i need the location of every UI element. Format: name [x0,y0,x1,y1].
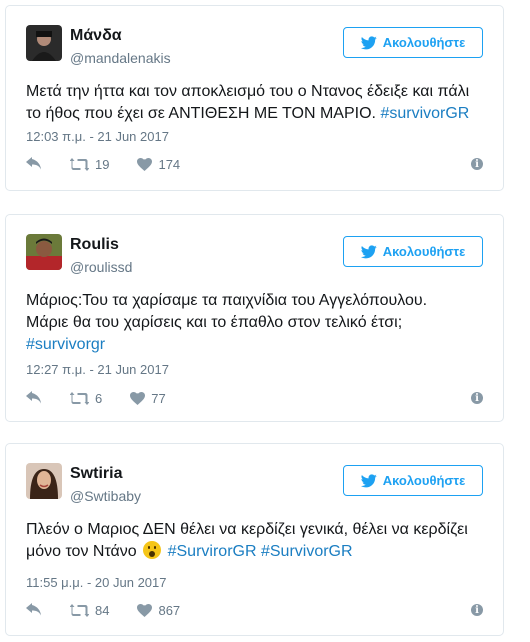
heart-icon [137,157,153,171]
retweet-icon [70,391,89,405]
surprised-emoji-icon [143,541,162,559]
tweet-actions: 84 867 i [26,600,483,620]
reply-button[interactable] [26,391,42,405]
tweet-text: Μετά την ήττα και τον αποκλεισμό του ο Ν… [26,83,470,122]
follow-button[interactable]: Ακολουθήστε [343,465,483,496]
retweet-icon [70,603,89,617]
author-handle[interactable]: @roulissd [70,259,132,275]
reply-button[interactable] [26,157,42,171]
like-count: 77 [151,390,166,406]
retweet-count: 84 [95,602,110,618]
info-icon[interactable]: i [471,158,483,170]
follow-button[interactable]: Ακολουθήστε [343,27,483,58]
author-name[interactable]: Μάνδα [70,27,122,45]
like-button[interactable]: 77 [130,390,166,406]
reply-icon [26,391,41,404]
retweet-button[interactable]: 19 [70,157,109,172]
follow-label: Ακολουθήστε [382,35,466,50]
like-count: 867 [158,602,181,618]
author-handle[interactable]: @Swtibaby [70,488,141,504]
twitter-bird-icon [360,244,377,258]
tweet-timestamp[interactable]: 11:55 μ.μ. - 20 Jun 2017 [26,575,167,590]
heart-icon [130,391,146,405]
follow-label: Ακολουθήστε [382,244,466,259]
tweet-actions: 6 77 i [26,388,483,408]
twitter-bird-icon [360,35,377,49]
tweet-card: Roulis @roulissd Ακολουθήστε Μάριος:Του … [5,214,504,422]
heart-icon [137,603,153,617]
tweet-timestamp[interactable]: 12:27 π.μ. - 21 Jun 2017 [26,362,169,377]
hashtag-link[interactable]: #SurvirorGR [168,543,257,560]
hashtag-link[interactable]: #survivorGR [380,105,469,122]
twitter-bird-icon [360,473,377,487]
avatar[interactable] [26,463,62,499]
tweet-card: Μάνδα @mandalenakis Ακολουθήστε Μετά την… [5,5,504,191]
avatar[interactable] [26,25,62,61]
retweet-icon [70,157,89,171]
avatar[interactable] [26,234,62,270]
author-handle[interactable]: @mandalenakis [70,50,171,66]
author-name[interactable]: Swtiria [70,465,122,483]
reply-icon [26,157,41,170]
info-icon[interactable]: i [471,392,483,404]
hashtag-link[interactable]: #survivorgr [26,336,105,353]
follow-label: Ακολουθήστε [382,473,466,488]
retweet-button[interactable]: 84 [70,603,109,618]
like-count: 174 [158,156,181,172]
tweet-timestamp[interactable]: 12:03 π.μ. - 21 Jun 2017 [26,129,169,144]
follow-button[interactable]: Ακολουθήστε [343,236,483,267]
tweet-actions: 19 174 i [26,154,483,174]
tweet-text: Μάριος:Του τα χαρίσαμε τα παιχνίδια του … [26,292,428,353]
author-name[interactable]: Roulis [70,236,119,254]
tweet-card: Swtiria @Swtibaby Ακολουθήστε Πλεόν ο Μα… [5,443,504,636]
like-button[interactable]: 174 [137,157,180,172]
reply-icon [26,603,41,616]
retweet-button[interactable]: 6 [70,391,102,406]
like-button[interactable]: 867 [137,603,180,618]
hashtag-link[interactable]: #SurvivorGR [261,543,353,560]
retweet-count: 19 [95,156,110,172]
retweet-count: 6 [95,390,103,406]
info-icon[interactable]: i [471,604,483,616]
tweet-text: Πλεόν ο Μαριος ΔΕΝ θέλει να κερδίζει γεν… [26,521,468,560]
reply-button[interactable] [26,603,42,617]
